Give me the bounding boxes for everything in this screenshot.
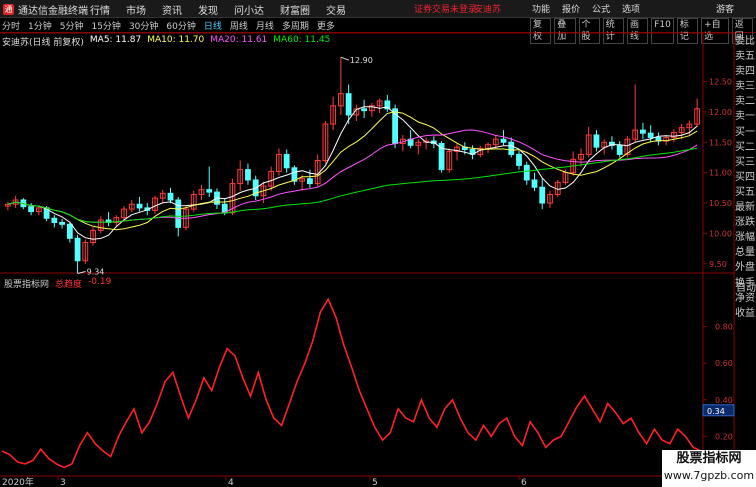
side-field-18: 收益: [735, 307, 755, 319]
indicator-value: -0.19: [88, 277, 112, 287]
candle-body-64: [500, 138, 507, 143]
side-field-3: 卖三: [735, 81, 755, 93]
auto-label[interactable]: 自动: [736, 279, 756, 294]
watermark: 股票指标网 www.7gpzb.com: [662, 450, 756, 487]
ma10-value: MA10: 11.70: [147, 35, 205, 45]
side-field-10: 买五: [735, 186, 755, 198]
candle-body-3: [28, 206, 35, 213]
candle-body-26: [206, 189, 213, 193]
indicator-line: [1, 297, 702, 469]
price-tick-1: 12.00: [709, 108, 732, 117]
side-field-8: 买三: [735, 156, 755, 168]
side-field-4: 卖二: [735, 96, 755, 108]
watermark-title: 股票指标网: [676, 451, 742, 466]
candle-body-9: [74, 237, 81, 262]
x-label-3: 5: [372, 478, 378, 487]
ma60-line: [7, 147, 698, 223]
watermark-url: www.7gpzb.com: [663, 469, 755, 482]
side-field-2: 卖四: [735, 66, 755, 78]
candle-body-17: [136, 203, 143, 209]
annotation-label-1: 9.34: [87, 268, 105, 277]
candle-body-8: [66, 223, 73, 239]
chart-title: 安迪苏(日线 前复权): [2, 38, 84, 48]
ma5-value: MA5: 11.87: [89, 35, 142, 45]
price-tick-4: 10.50: [709, 199, 732, 208]
side-field-0: 委比: [735, 36, 755, 47]
candle-body-39: [307, 178, 313, 185]
side-field-15: 外盘: [735, 262, 755, 274]
candle-body-21: [167, 192, 174, 201]
ind-tick-2: 0.40: [715, 396, 733, 405]
ma10-line: [7, 111, 698, 231]
current-value-label: 0.34: [707, 407, 725, 416]
side-field-5: 卖一: [735, 111, 755, 123]
candle-body-67: [523, 164, 530, 181]
price-tick-6: 9.50: [709, 260, 727, 269]
ind-tick-1: 0.60: [715, 359, 733, 368]
candle-body-44: [345, 93, 352, 116]
stock-chart[interactable]: 12.50 12.00 11.50 11.00 10.50 10.00 9.50 12.90 9…: [0, 0, 756, 487]
side-field-13: 涨幅: [735, 232, 755, 244]
ma20-value: MA20: 11.61: [210, 35, 268, 45]
ind-tick-0: 0.80: [715, 323, 733, 332]
side-field-11: 最新: [735, 202, 755, 214]
candle-body-36: [283, 153, 290, 169]
side-field-9: 买四: [735, 171, 755, 183]
candle-body-31: [245, 169, 251, 181]
candle-body-79: [616, 144, 623, 155]
side-field-14: 总量: [735, 247, 755, 259]
indicator-legend: 股票指标网 总趋度 -0.19: [4, 277, 117, 290]
side-field-1: 卖五: [735, 51, 755, 63]
side-field-6: 买一: [735, 126, 755, 138]
indicator-name: 总趋度: [55, 280, 83, 290]
candle-body-7: [59, 221, 65, 225]
price-tick-0: 12.50: [709, 78, 732, 87]
candle-body-69: [539, 186, 546, 204]
candle-body-6: [51, 217, 58, 223]
x-label-4: 6: [521, 478, 527, 487]
price-tick-2: 11.50: [709, 138, 732, 147]
price-tick-5: 10.00: [709, 229, 732, 238]
x-label-1: 3: [60, 478, 66, 487]
candle-body-76: [593, 134, 600, 148]
candle-body-83: [647, 132, 654, 138]
price-tick-3: 11.00: [709, 169, 732, 178]
candle-body-82: [640, 129, 646, 134]
candle-body-22: [175, 199, 182, 228]
candle-body-65: [508, 141, 515, 155]
side-field-12: 涨跌: [735, 217, 755, 229]
x-label-2: 4: [228, 478, 234, 487]
candle-body-46: [361, 108, 368, 112]
annotation-label-0: 12.90: [350, 56, 373, 65]
candle-body-68: [531, 179, 538, 188]
ind-tick-3: 0.20: [715, 432, 733, 441]
ma5-line: [7, 106, 698, 240]
ma60-value: MA60: 11.45: [273, 35, 331, 45]
ma-legend: 安迪苏(日线 前复权) MA5: 11.87 MA10: 11.70 MA20:…: [2, 35, 336, 48]
candle-body-66: [516, 153, 522, 166]
side-field-7: 买二: [735, 141, 755, 153]
indicator-source[interactable]: 股票指标网: [4, 277, 49, 290]
annotation-leader-0: [340, 56, 350, 61]
x-label-0: 2020年: [2, 476, 34, 487]
quote-side-panel: 委比 卖五 卖四 卖三 卖二 卖一 买一 买二 买三 买四 买五 最新 涨跌 涨幅 总量 外盘 换手 净资 收益: [735, 34, 756, 321]
